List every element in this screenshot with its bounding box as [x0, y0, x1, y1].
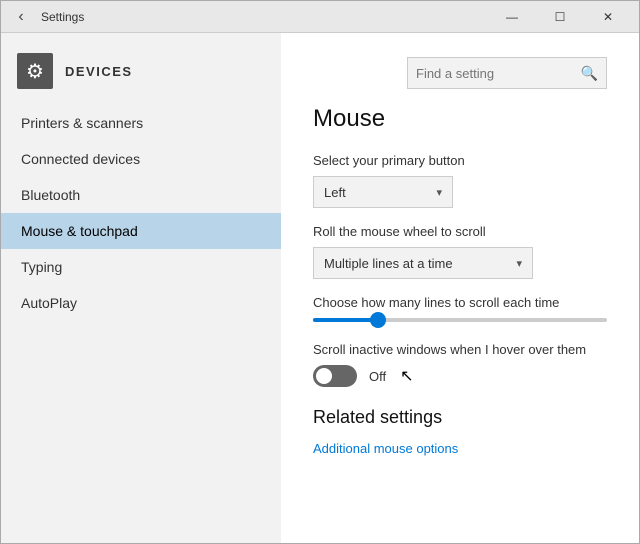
- slider-fill: [313, 318, 378, 322]
- primary-button-label: Select your primary button: [313, 153, 607, 168]
- back-button[interactable]: ‹: [9, 5, 33, 29]
- sidebar-item-autoplay[interactable]: AutoPlay: [1, 285, 281, 321]
- sidebar-item-printers[interactable]: Printers & scanners: [1, 105, 281, 141]
- maximize-button[interactable]: ☐: [537, 1, 583, 33]
- sidebar-header: ⚙ DEVICES: [1, 45, 281, 105]
- toggle-row: Off ↖: [313, 365, 607, 387]
- scroll-inactive-toggle[interactable]: [313, 365, 357, 387]
- toggle-track: [313, 365, 357, 387]
- related-settings-title: Related settings: [313, 407, 607, 428]
- primary-button-chevron-icon: ▾: [436, 186, 442, 199]
- minimize-button[interactable]: —: [489, 1, 535, 33]
- scroll-lines-label: Choose how many lines to scroll each tim…: [313, 295, 607, 310]
- scroll-wheel-dropdown[interactable]: Multiple lines at a time ▾: [313, 247, 533, 279]
- sidebar-title: DEVICES: [65, 64, 133, 79]
- scroll-inactive-label: Scroll inactive windows when I hover ove…: [313, 342, 607, 357]
- sidebar-item-connected[interactable]: Connected devices: [1, 141, 281, 177]
- sidebar: ⚙ DEVICES Printers & scanners Connected …: [1, 33, 281, 543]
- titlebar-title: Settings: [41, 10, 84, 24]
- titlebar: ‹ Settings — ☐ ✕: [1, 1, 639, 33]
- sidebar-item-typing[interactable]: Typing: [1, 249, 281, 285]
- slider-track: [313, 318, 607, 322]
- content-header: 🔍: [313, 57, 607, 89]
- scroll-wheel-chevron-icon: ▾: [516, 257, 522, 270]
- page-title: Mouse: [313, 105, 607, 133]
- primary-button-dropdown[interactable]: Left ▾: [313, 176, 453, 208]
- scroll-lines-slider[interactable]: [313, 318, 607, 322]
- toggle-state-label: Off: [369, 369, 386, 384]
- sidebar-item-mouse[interactable]: Mouse & touchpad: [1, 213, 281, 249]
- primary-button-value: Left: [324, 185, 346, 200]
- scroll-wheel-label: Roll the mouse wheel to scroll: [313, 224, 607, 239]
- slider-thumb[interactable]: [370, 312, 386, 328]
- toggle-thumb: [316, 368, 332, 384]
- search-input[interactable]: [416, 66, 575, 81]
- search-icon: 🔍: [581, 65, 598, 82]
- sidebar-item-bluetooth[interactable]: Bluetooth: [1, 177, 281, 213]
- additional-mouse-options-link[interactable]: Additional mouse options: [313, 441, 458, 456]
- search-box[interactable]: 🔍: [407, 57, 607, 89]
- scroll-wheel-value: Multiple lines at a time: [324, 256, 453, 271]
- devices-icon: ⚙: [17, 53, 53, 89]
- content-area: 🔍 Mouse Select your primary button Left …: [281, 33, 639, 543]
- main-layout: ⚙ DEVICES Printers & scanners Connected …: [1, 33, 639, 543]
- cursor-icon: ↖: [400, 366, 413, 386]
- close-button[interactable]: ✕: [585, 1, 631, 33]
- window-controls: — ☐ ✕: [489, 1, 631, 33]
